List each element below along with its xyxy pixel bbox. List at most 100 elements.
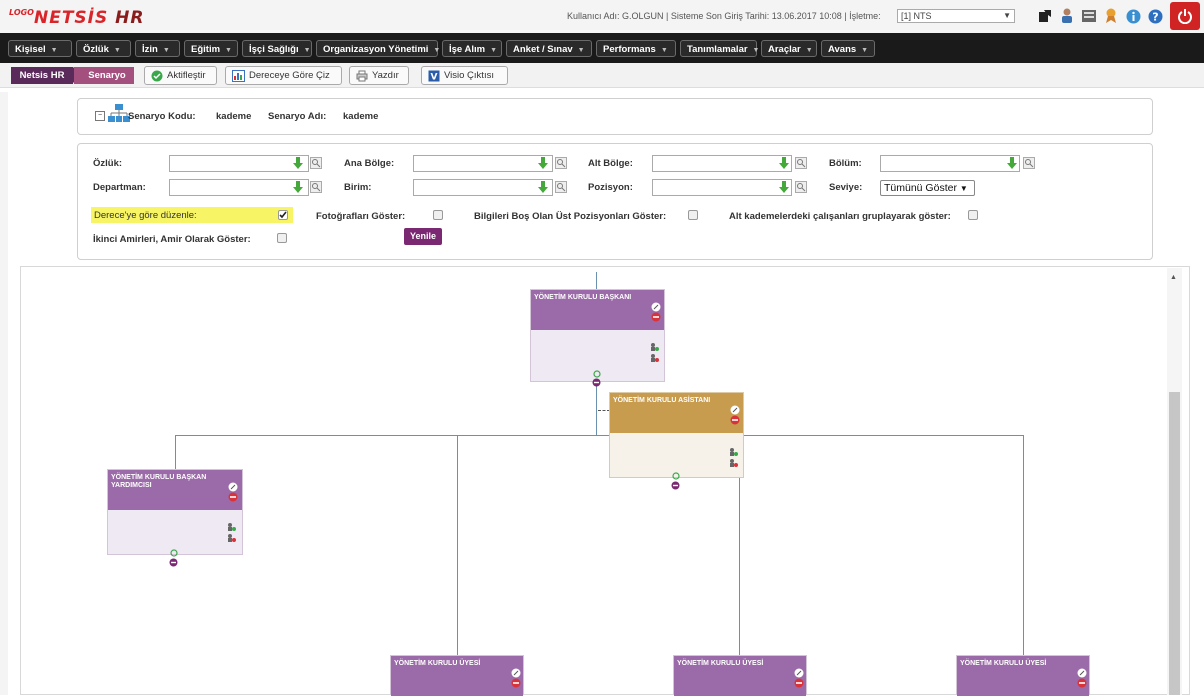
org-node-chairman[interactable]: YÖNETİM KURULU BAŞKANI bbox=[530, 289, 665, 382]
search-icon[interactable] bbox=[554, 180, 568, 194]
menu-item-performans[interactable]: Performans ▼ bbox=[596, 40, 676, 57]
org-node-vice-chairman[interactable]: YÖNETİM KURULU BAŞKAN YARDIMCISI bbox=[107, 469, 243, 555]
node-title: YÖNETİM KURULU BAŞKANI bbox=[534, 294, 632, 301]
search-icon[interactable] bbox=[794, 156, 808, 170]
bolum-label: Bölüm: bbox=[829, 158, 862, 169]
edit-icon[interactable] bbox=[511, 668, 521, 678]
search-icon[interactable] bbox=[309, 156, 323, 170]
chevron-down-icon: ▼ bbox=[433, 47, 441, 54]
green-arrow-icon[interactable] bbox=[291, 180, 305, 194]
org-node-member-3[interactable]: YÖNETİM KURULU ÜYESİ bbox=[956, 655, 1090, 696]
green-arrow-icon[interactable] bbox=[777, 180, 791, 194]
green-arrow-icon[interactable] bbox=[291, 156, 305, 170]
activate-button[interactable]: Aktifleştir bbox=[144, 66, 217, 85]
power-icon[interactable] bbox=[1170, 2, 1200, 30]
list-icon[interactable] bbox=[1081, 8, 1097, 24]
expand-icon[interactable] bbox=[593, 370, 601, 378]
green-arrow-icon[interactable] bbox=[536, 156, 550, 170]
remove-person-icon[interactable] bbox=[728, 458, 738, 468]
org-node-assistant[interactable]: YÖNETİM KURULU ASİSTANI bbox=[609, 392, 744, 478]
remove-icon[interactable] bbox=[228, 492, 238, 502]
scrollbar-thumb[interactable] bbox=[1169, 392, 1180, 695]
org-node-member-1[interactable]: YÖNETİM KURULU ÜYESİ bbox=[390, 655, 524, 696]
foto-label: Fotoğrafları Göster: bbox=[316, 211, 406, 222]
remove-icon[interactable] bbox=[651, 312, 661, 322]
visio-export-button[interactable]: V Visio Çıktısı bbox=[421, 66, 508, 85]
ozluk-field[interactable] bbox=[169, 155, 309, 172]
remove-icon[interactable] bbox=[511, 678, 521, 688]
bolum-field[interactable] bbox=[880, 155, 1020, 172]
derece-checkbox[interactable] bbox=[278, 210, 288, 220]
help-icon[interactable]: ? bbox=[1147, 8, 1163, 24]
departman-field[interactable] bbox=[169, 179, 309, 196]
search-icon[interactable] bbox=[1022, 156, 1036, 170]
menu-item-organizasyon[interactable]: Organizasyon Yönetimi ▼ bbox=[316, 40, 441, 57]
refresh-button[interactable]: Yenile bbox=[404, 228, 442, 245]
edit-icon[interactable] bbox=[730, 405, 740, 415]
menu-item-izin[interactable]: İzin ▼ bbox=[135, 40, 180, 57]
search-icon[interactable] bbox=[309, 180, 323, 194]
green-arrow-icon[interactable] bbox=[1005, 156, 1019, 170]
green-arrow-icon[interactable] bbox=[777, 156, 791, 170]
expand-icon[interactable] bbox=[170, 549, 178, 557]
green-arrow-icon[interactable] bbox=[536, 180, 550, 194]
remove-icon[interactable] bbox=[794, 678, 804, 688]
menu-item-avans[interactable]: Avans ▼ bbox=[821, 40, 875, 57]
edit-icon[interactable] bbox=[651, 302, 661, 312]
top-header: LOGONETSİS HR Kullanıcı Adı: G.OLGUN | S… bbox=[0, 0, 1204, 34]
ikinci-amir-checkbox[interactable] bbox=[277, 233, 287, 243]
foto-checkbox[interactable] bbox=[433, 210, 443, 220]
menu-item-anket[interactable]: Anket / Sınav ▼ bbox=[506, 40, 592, 57]
info-icon[interactable] bbox=[1125, 8, 1141, 24]
company-select[interactable]: [1] NTS ▼ bbox=[897, 9, 1015, 23]
chevron-down-icon: ▼ bbox=[752, 47, 760, 54]
breadcrumb-home[interactable]: Netsis HR bbox=[11, 67, 81, 84]
expand-icon[interactable] bbox=[672, 472, 680, 480]
chevron-down-icon: ▼ bbox=[959, 184, 968, 193]
birim-field[interactable] bbox=[413, 179, 553, 196]
pozisyon-field[interactable] bbox=[652, 179, 792, 196]
bos-ust-checkbox[interactable] bbox=[688, 210, 698, 220]
edit-icon[interactable] bbox=[794, 668, 804, 678]
collapse-icon[interactable] bbox=[671, 481, 680, 490]
edit-icon[interactable] bbox=[1077, 668, 1087, 678]
menu-item-isci-sagligi[interactable]: İşçi Sağlığı ▼ bbox=[242, 40, 312, 57]
print-button[interactable]: Yazdır bbox=[349, 66, 409, 85]
add-person-icon[interactable] bbox=[728, 447, 738, 457]
remove-person-icon[interactable] bbox=[226, 533, 236, 543]
ana-bolge-field[interactable] bbox=[413, 155, 553, 172]
edit-icon[interactable] bbox=[228, 482, 238, 492]
remove-person-icon[interactable] bbox=[649, 353, 659, 363]
menu-item-araclar[interactable]: Araçlar ▼ bbox=[761, 40, 817, 57]
derece-label: Derece'ye göre düzenle: bbox=[94, 210, 197, 221]
add-person-icon[interactable] bbox=[226, 522, 236, 532]
collapse-icon[interactable]: − bbox=[95, 111, 105, 121]
bos-ust-label: Bilgileri Boş Olan Üst Pozisyonları Göst… bbox=[474, 211, 667, 222]
remove-icon[interactable] bbox=[1077, 678, 1087, 688]
menu-item-ise-alim[interactable]: İşe Alım ▼ bbox=[442, 40, 502, 57]
search-icon[interactable] bbox=[554, 156, 568, 170]
menu-item-egitim[interactable]: Eğitim ▼ bbox=[184, 40, 238, 57]
org-node-member-2[interactable]: YÖNETİM KURULU ÜYESİ bbox=[673, 655, 807, 696]
user-session-info: Kullanıcı Adı: G.OLGUN | Sisteme Son Gir… bbox=[567, 11, 881, 21]
seviye-select[interactable]: Tümünü Göster ▼ bbox=[880, 180, 975, 196]
external-link-icon[interactable] bbox=[1037, 8, 1053, 24]
scroll-up-icon[interactable]: ▲ bbox=[1170, 274, 1177, 281]
departman-label: Departman: bbox=[93, 182, 146, 193]
menu-item-ozluk[interactable]: Özlük ▼ bbox=[76, 40, 131, 57]
checkmark-icon bbox=[279, 211, 287, 219]
ribbon-icon[interactable] bbox=[1103, 8, 1119, 24]
alt-bolge-field[interactable] bbox=[652, 155, 792, 172]
user-icon[interactable] bbox=[1059, 8, 1075, 24]
remove-icon[interactable] bbox=[730, 415, 740, 425]
breadcrumb-current: Senaryo bbox=[74, 67, 134, 84]
collapse-icon[interactable] bbox=[169, 558, 178, 567]
menu-item-kisisel[interactable]: Kişisel ▼ bbox=[8, 40, 72, 57]
draw-by-level-button[interactable]: Dereceye Göre Çiz bbox=[225, 66, 342, 85]
alt-kademe-checkbox[interactable] bbox=[968, 210, 978, 220]
collapse-icon[interactable] bbox=[592, 378, 601, 387]
search-icon[interactable] bbox=[794, 180, 808, 194]
add-person-icon[interactable] bbox=[649, 342, 659, 352]
menu-item-tanimlamalar[interactable]: Tanımlamalar ▼ bbox=[680, 40, 760, 57]
main-menu: Kişisel ▼ Özlük ▼ İzin ▼ Eğitim ▼ İşçi Sağlı… bbox=[0, 33, 1204, 63]
